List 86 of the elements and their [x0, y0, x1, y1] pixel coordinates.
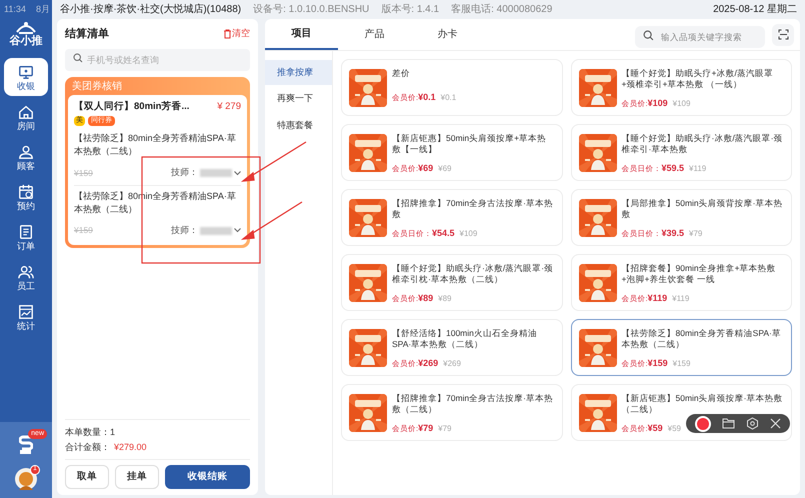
date-text: 8月 — [36, 3, 50, 16]
action-button[interactable]: 取单 — [65, 465, 109, 489]
trash-icon — [223, 29, 232, 39]
coupon-price: ¥ 279 — [217, 100, 241, 114]
product-name: 【睡个好觉】助眠头疗+冰敷/蒸汽眼罩+颈椎牵引+草本热敷 （一线） — [622, 68, 774, 90]
search-field[interactable]: 输入品项关键字搜索 — [635, 26, 765, 48]
person-icon — [18, 144, 34, 160]
regular-price: ¥59 — [668, 422, 681, 434]
app-icon[interactable] — [19, 434, 33, 456]
regular-price: ¥109 — [460, 228, 478, 240]
category-item[interactable]: 推拿按摩 — [265, 60, 332, 86]
people-icon — [18, 264, 34, 280]
folder-icon[interactable] — [722, 418, 736, 429]
original-price: ¥159 — [74, 224, 93, 237]
clear-button[interactable]: 清空 — [223, 27, 250, 41]
technician-dropdown[interactable]: 技师： — [171, 166, 241, 180]
nav-item[interactable]: 顾客 — [4, 138, 48, 176]
nav-item[interactable]: 员工 — [4, 258, 48, 296]
regular-price: ¥109 — [672, 98, 690, 110]
arrow — [240, 141, 306, 182]
technician-dropdown[interactable]: 技师： — [171, 224, 241, 238]
clipboard-icon — [18, 224, 34, 240]
category-item[interactable]: 再爽一下 — [265, 86, 332, 112]
nav-item[interactable]: 统计 — [4, 298, 48, 336]
scan-button[interactable] — [772, 24, 794, 46]
regular-price: ¥79 — [689, 228, 702, 240]
close-icon[interactable] — [770, 418, 781, 429]
clock-time: 11:34 — [4, 3, 26, 16]
regular-price: ¥0.1 — [440, 92, 456, 104]
logo-text: 谷小推 — [10, 36, 42, 46]
version-number: 版本号: 1.4.1 — [381, 2, 440, 17]
chevron-down-icon — [234, 228, 241, 233]
total-label: 合计金额： — [65, 441, 110, 454]
house-icon — [18, 104, 34, 120]
product-name: 【新店钜惠】50min头肩颈按摩+草本热敷【一线】 — [392, 132, 548, 154]
nav-item[interactable]: 预约 — [4, 178, 48, 216]
chart-icon — [18, 304, 34, 320]
product-name: 【新店钜惠】50min头肩颈按摩·草本热敷（二线） — [622, 392, 784, 414]
calendar-icon — [18, 184, 34, 200]
regular-price: ¥269 — [443, 358, 461, 370]
redacted-name — [200, 226, 232, 234]
quantity-value: 1 — [110, 426, 116, 440]
regular-price: ¥69 — [438, 162, 452, 174]
product-name: 【局部推拿】50min头肩颈背按摩·草本热敷 — [622, 198, 784, 220]
search-field[interactable]: 手机号或姓名查询 — [65, 49, 250, 71]
monitor-icon — [18, 64, 34, 80]
product-name: 【舒经活络】100min火山石全身精油SPA·草本热敷（二线） — [392, 328, 538, 350]
scan-icon — [778, 29, 788, 40]
category-item[interactable]: 特惠套餐 — [265, 112, 332, 138]
panel-title: 结算清单 — [65, 26, 109, 42]
settings-icon[interactable] — [746, 417, 759, 430]
regular-price: ¥119 — [672, 292, 690, 304]
regular-price: ¥79 — [438, 422, 452, 434]
action-button[interactable]: 挂单 — [115, 465, 159, 489]
store-name: 谷小推·按摩·茶饮·社交(大悦城店)(10488) — [60, 2, 242, 17]
arrow — [240, 201, 302, 240]
regular-price: ¥89 — [438, 292, 452, 304]
tab[interactable]: 产品 — [338, 19, 411, 50]
item-name: 【祛劳除乏】80min全身芳香精油SPA·草本热敷（二线） — [74, 132, 237, 158]
regular-price: ¥119 — [689, 162, 706, 174]
product-name: 【招牌套餐】90min全身推拿+草本热敷+泡脚+养生饮套餐 一线 — [622, 262, 777, 284]
regular-price: ¥159 — [672, 358, 690, 370]
service-phone: 客服电话: 4000080629 — [451, 2, 552, 17]
nav-item[interactable]: 收银 — [4, 58, 48, 96]
product-name: 【招牌推拿】70min全身古法按摩·草本热敷（二线） — [392, 392, 554, 414]
device-number: 设备号: 1.0.10.0.BENSHU — [253, 3, 370, 17]
product-name: 【睡个好觉】助眠头疗·冰敷/蒸汽眼罩·颈椎牵引枕·草本热敷（二线） — [392, 262, 554, 284]
chevron-down-icon — [234, 170, 241, 176]
original-price: ¥159 — [74, 166, 93, 180]
tab[interactable]: 办卡 — [411, 19, 484, 50]
product-name: 【祛劳除乏】80min全身芳香精油SPA·草本热敷（二线） — [622, 328, 782, 350]
product-name: 【睡个好觉】助眠头疗·冰敷/蒸汽眼罩·颈椎牵引·草本热敷 — [622, 132, 784, 154]
product-name: 差价 — [392, 68, 411, 78]
total-amount: ¥279.00 — [114, 441, 147, 454]
coupon-header: 美团券核销 — [71, 80, 123, 94]
nav-item[interactable]: 订单 — [4, 218, 48, 256]
record-button[interactable] — [695, 416, 712, 432]
product-name: 【招牌推拿】70min全身古法按摩·草本热敷 — [392, 198, 554, 220]
nav-item[interactable]: 房间 — [4, 98, 48, 136]
date-time: 2025-08-12 星期二 — [713, 2, 797, 17]
tab[interactable]: 项目 — [265, 19, 338, 50]
action-button[interactable]: 收银结账 — [165, 465, 250, 489]
redacted-name — [200, 169, 232, 177]
quantity-label: 本单数量： — [65, 426, 110, 440]
coupon-name: 【双人同行】80min芳香... — [74, 100, 190, 114]
logo-icon — [15, 20, 37, 34]
